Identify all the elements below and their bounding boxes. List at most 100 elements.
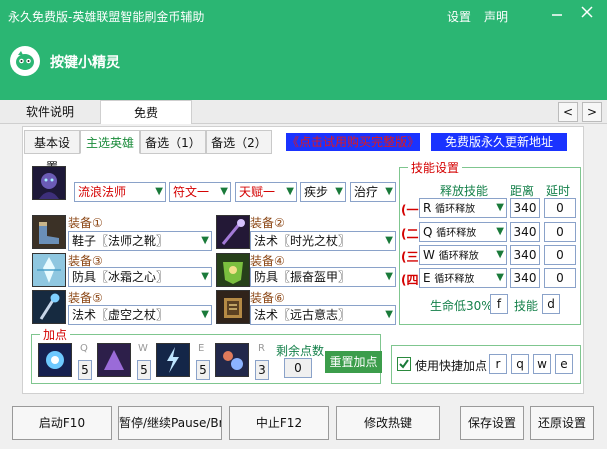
boots-icon [32,215,66,249]
save-settings-button[interactable]: 保存设置 [460,406,524,440]
pause-resume-button[interactable]: 暂停/继续Pause/Break [118,406,222,440]
chevron-down-icon: ▼ [496,272,504,283]
start-button[interactable]: 启动F10 [12,406,112,440]
chevron-down-icon: ▼ [201,271,209,282]
reset-points-button[interactable]: 重置加点 [325,351,382,373]
skill-distance-input[interactable]: 340 [510,245,540,265]
chevron-down-icon: ▼ [201,309,209,320]
minus-icon[interactable] [546,4,568,24]
skill-row-select[interactable]: R 循环释放 ▼ [419,198,507,218]
chevron-down-icon: ▼ [385,309,393,320]
equip5-select[interactable]: 法术〖虚空之杖〗 ▼ [68,305,212,325]
low-hp-label: 生命低30% [430,299,493,313]
equip2-select[interactable]: 法术〖时光之杖〗 ▼ [250,231,396,251]
hero-select[interactable]: 流浪法师 ▼ [74,182,166,202]
equip5-value: 法术〖虚空之杖〗 [72,308,169,322]
low-hp-key-input[interactable]: f [490,294,508,314]
r-skill-icon [215,343,249,377]
statement-link[interactable]: 声明 [484,8,508,25]
chevron-down-icon: ▼ [496,202,504,213]
tab-prev-button[interactable]: < [558,102,578,122]
skill-row-select[interactable]: Q 循环释放 ▼ [419,222,507,242]
restore-settings-button[interactable]: 还原设置 [530,406,594,440]
skill-mode: 循环释放 [438,251,479,262]
hotkey-w-input[interactable]: w [533,354,551,374]
talent-select[interactable]: 天赋一 ▼ [235,182,297,202]
equip6-select[interactable]: 法术〖远古意志〗 ▼ [250,305,396,325]
rune-select[interactable]: 符文一 ▼ [169,182,231,202]
chevron-down-icon: ▼ [496,226,504,237]
equip1-select[interactable]: 鞋子〖法师之靴〗 ▼ [68,231,212,251]
stop-button[interactable]: 中止F12 [229,406,329,440]
q-skill-icon [38,343,72,377]
subtab-alt1[interactable]: 备选（1） [140,130,206,154]
window-title: 永久免费版-英雄联盟智能刷金币辅助 [8,10,205,24]
change-hotkeys-button[interactable]: 修改热键 [336,406,440,440]
skill-delay-input[interactable]: 0 [544,222,576,242]
talent-value: 天赋一 [239,185,276,199]
equip2-label: 装备② [250,216,285,230]
hotkey-checkbox-label: 使用快捷加点 [415,359,488,373]
tab-next-button[interactable]: > [582,102,602,122]
skill-row-select[interactable]: E 循环释放 ▼ [419,268,507,288]
hotkey-checkbox[interactable] [397,357,411,371]
hotkey-r-input[interactable]: r [489,354,507,374]
remaining-points-label: 剩余点数 [276,344,325,358]
skill-delay-input[interactable]: 0 [544,245,576,265]
buy-full-version-link[interactable]: 《点击试用购买完整版》 [286,133,420,151]
chevron-down-icon: ▼ [335,186,343,197]
equip1-label: 装备① [68,216,103,230]
update-address-link[interactable]: 免费版永久更新地址 [431,133,567,151]
skill-key-input[interactable]: d [542,294,560,314]
summoner1-value: 疾步 [304,185,329,199]
skill-key-label: 技能 [514,299,539,313]
equip4-value: 防具〖振奋盔甲〗 [254,270,351,284]
skill-key: Q [423,225,433,239]
equip1-value: 鞋子〖法师之靴〗 [72,234,169,248]
skill-key: R [423,201,432,215]
hotkey-q-input[interactable]: q [511,354,529,374]
brand-name: 按键小精灵 [50,55,120,71]
rune-value: 符文一 [173,185,210,199]
skill-delay-input[interactable]: 0 [544,198,576,218]
remaining-points-value: 0 [284,358,312,378]
skill-delay-input[interactable]: 0 [544,268,576,288]
chevron-down-icon: ▼ [220,186,228,197]
summoner1-select[interactable]: 疾步 ▼ [300,182,346,202]
chevron-down-icon: ▼ [155,186,163,197]
skill-distance-input[interactable]: 340 [510,198,540,218]
ancient-will-icon [216,290,250,324]
summoner2-select[interactable]: 治疗 ▼ [350,182,396,202]
tab-free[interactable]: 免费 [100,100,192,124]
hotkey-e-input[interactable]: e [555,354,573,374]
skill-mode: 循环释放 [435,204,476,215]
equip4-select[interactable]: 防具〖振奋盔甲〗 ▼ [250,267,396,287]
subtab-basic[interactable]: 基本设置 [24,130,80,174]
w-skill-icon [97,343,131,377]
chevron-down-icon: ▼ [385,235,393,246]
skill-mode: 循环释放 [436,228,477,239]
equip6-value: 法术〖远古意志〗 [254,308,351,322]
chevron-down-icon: ▼ [496,249,504,260]
e-key-label: E [198,343,205,354]
skill-row-select[interactable]: W 循环释放 ▼ [419,245,507,265]
equip5-label: 装备⑤ [68,291,103,305]
spirit-armor-icon [216,253,250,287]
points-title: 加点 [40,326,71,343]
equip6-label: 装备⑥ [250,291,285,305]
q-point-value: 5 [78,360,92,380]
subtab-main-hero[interactable]: 主选英雄 [80,130,140,154]
skill-distance-input[interactable]: 340 [510,222,540,242]
distance-header: 距离 [510,184,535,198]
settings-link[interactable]: 设置 [447,8,471,25]
void-staff-icon [32,290,66,324]
tab-software-info[interactable]: 软件说明 [8,100,92,124]
equip3-select[interactable]: 防具〖冰霜之心〗 ▼ [68,267,212,287]
w-point-value: 5 [137,360,151,380]
subtab-alt2[interactable]: 备选（2） [206,130,272,154]
close-icon[interactable] [576,4,598,24]
hero-name: 流浪法师 [78,185,127,199]
release-skill-header: 释放技能 [440,184,489,198]
ice-armor-icon [32,253,66,287]
skill-distance-input[interactable]: 340 [510,268,540,288]
